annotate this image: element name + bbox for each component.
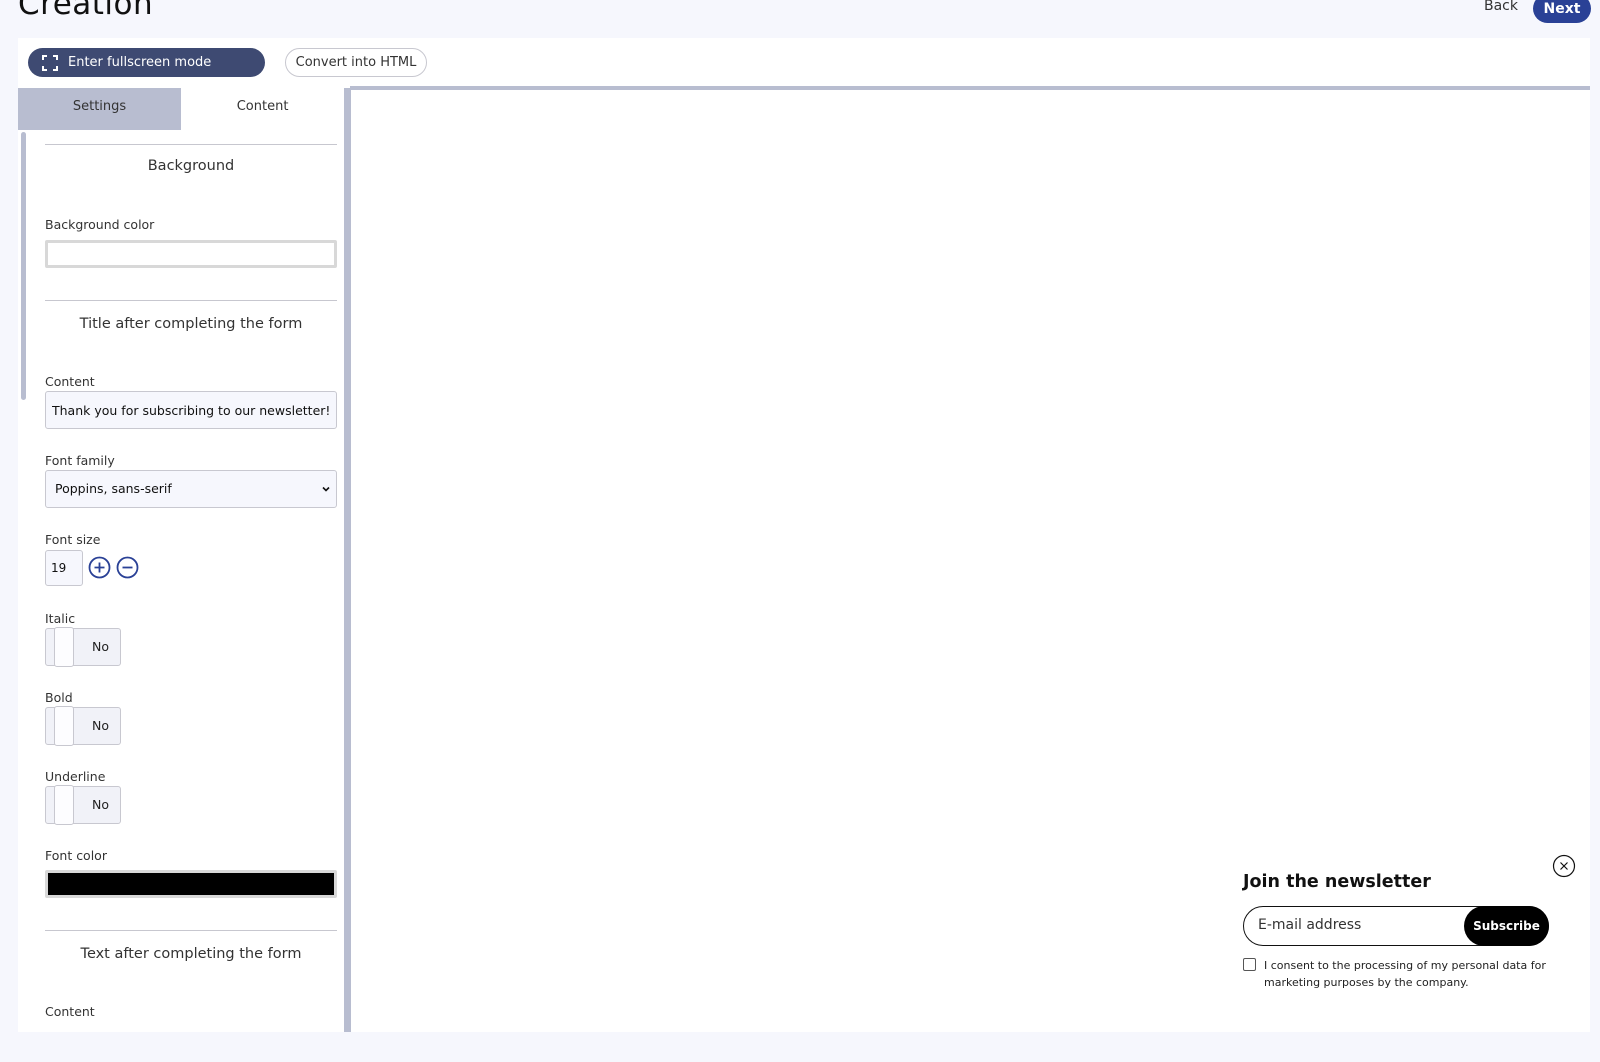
sidebar-divider (344, 88, 351, 1032)
background-color-label: Background color (45, 217, 155, 232)
italic-toggle[interactable]: No (45, 627, 121, 667)
bold-toggle[interactable]: No (45, 706, 121, 746)
toggle-knob (54, 785, 74, 825)
fullscreen-button-label: Enter fullscreen mode (68, 55, 212, 70)
font-size-label: Font size (45, 532, 101, 547)
font-color-input[interactable] (45, 870, 337, 898)
font-family-select[interactable]: Poppins, sans-serif (45, 470, 337, 508)
chevron-down-icon (322, 486, 330, 492)
title-content-label: Content (45, 374, 95, 389)
title-after-section-title: Title after completing the form (79, 316, 303, 332)
plus-icon[interactable] (88, 556, 111, 579)
newsletter-form: E-mail address Subscribe (1243, 906, 1549, 946)
fullscreen-icon (42, 54, 58, 71)
underline-label: Underline (45, 769, 106, 784)
consent-checkbox[interactable] (1243, 958, 1256, 971)
sidebar-tabs: Settings Content (18, 88, 350, 130)
consent-text: I consent to the processing of my person… (1264, 959, 1546, 989)
font-family-label: Font family (45, 453, 115, 468)
underline-toggle-value: No (92, 797, 109, 812)
title-content-input[interactable] (45, 391, 337, 429)
font-size-input[interactable] (45, 550, 83, 586)
close-icon[interactable] (1552, 854, 1576, 878)
underline-toggle[interactable]: No (45, 785, 121, 825)
background-color-input[interactable] (45, 240, 337, 268)
fullscreen-button[interactable]: Enter fullscreen mode (28, 48, 265, 77)
bold-toggle-value: No (92, 718, 109, 733)
italic-label: Italic (45, 611, 76, 626)
newsletter-popup: Join the newsletter E-mail address Subsc… (1232, 846, 1578, 1006)
newsletter-title: Join the newsletter (1243, 872, 1431, 892)
back-link[interactable]: Back (1484, 0, 1518, 14)
scrollbar-thumb[interactable] (21, 132, 26, 400)
convert-html-button[interactable]: Convert into HTML (285, 48, 427, 77)
toggle-knob (54, 706, 74, 746)
content-panel: Background Background color Title after … (45, 130, 337, 1032)
editor: Enter fullscreen mode Convert into HTML … (18, 38, 1590, 1032)
email-input[interactable]: E-mail address (1258, 917, 1361, 933)
tab-content[interactable]: Content (181, 88, 345, 130)
page-title: Creation (18, 0, 154, 22)
tab-settings[interactable]: Settings (18, 88, 182, 130)
settings-sidebar: Settings Content Background Background c… (18, 88, 351, 1032)
font-family-value: Poppins, sans-serif (55, 481, 172, 496)
section-divider (45, 930, 337, 931)
section-divider (45, 300, 337, 301)
toggle-knob (54, 627, 74, 667)
italic-toggle-value: No (92, 639, 109, 654)
text-content-label: Content (45, 1004, 95, 1019)
minus-icon[interactable] (116, 556, 139, 579)
editor-toolbar: Enter fullscreen mode Convert into HTML (18, 38, 1590, 88)
background-section-title: Background (147, 158, 235, 174)
next-button[interactable]: Next (1533, 0, 1591, 23)
bold-label: Bold (45, 690, 73, 705)
font-color-label: Font color (45, 848, 107, 863)
text-after-section-title: Text after completing the form (80, 946, 302, 962)
subscribe-button[interactable]: Subscribe (1464, 906, 1549, 946)
section-divider (45, 144, 337, 145)
